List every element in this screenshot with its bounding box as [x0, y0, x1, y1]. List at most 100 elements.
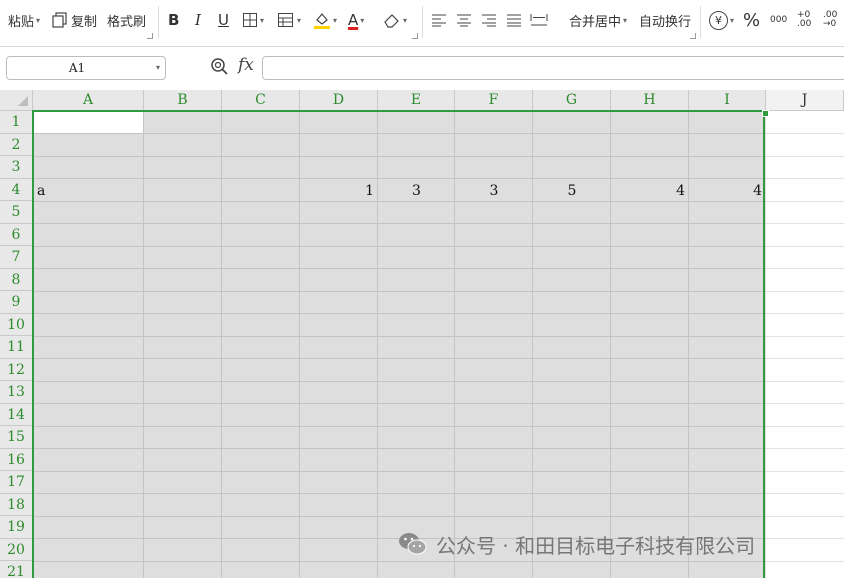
- column-header-d[interactable]: D: [300, 90, 378, 111]
- row-header-2[interactable]: 2: [0, 133, 33, 156]
- table-style-icon: [278, 13, 293, 27]
- row-header-17[interactable]: 17: [0, 471, 33, 494]
- gridline: [766, 358, 844, 359]
- row-header-12[interactable]: 12: [0, 358, 33, 381]
- percent-icon: %: [743, 9, 761, 31]
- justify-button[interactable]: [506, 0, 522, 40]
- align-center-button[interactable]: [456, 0, 472, 40]
- gridline: [766, 156, 844, 157]
- column-header-i[interactable]: I: [689, 90, 766, 111]
- clipboard-group-launcher[interactable]: [147, 33, 153, 39]
- align-center-icon: [457, 14, 471, 27]
- zoom-formula-icon[interactable]: [210, 57, 230, 77]
- selection-border: [32, 110, 765, 578]
- chevron-down-icon: ▾: [260, 15, 265, 25]
- italic-button[interactable]: I: [195, 0, 201, 40]
- cell-style-button[interactable]: ▾: [277, 0, 301, 40]
- gridline: [766, 516, 844, 517]
- increase-decimal-icon: +0 .00: [797, 10, 812, 29]
- thousands-separator-button[interactable]: 000: [770, 0, 787, 40]
- gridline: [766, 336, 844, 337]
- formula-input[interactable]: [262, 56, 844, 80]
- row-header-5[interactable]: 5: [0, 201, 33, 224]
- fill-color-button[interactable]: ▾: [313, 0, 337, 40]
- chevron-down-icon: ▾: [730, 15, 735, 25]
- name-box[interactable]: A1 ▾: [6, 56, 166, 80]
- fill-handle[interactable]: [762, 110, 769, 117]
- select-all-triangle-icon: [18, 96, 28, 106]
- format-painter-button[interactable]: 格式刷: [107, 0, 146, 40]
- merge-center-button[interactable]: 合并居中 ▾: [569, 0, 627, 40]
- row-header-8[interactable]: 8: [0, 268, 33, 291]
- gridline: [766, 246, 844, 247]
- chevron-down-icon: ▾: [403, 15, 408, 25]
- chevron-down-icon: ▾: [36, 15, 41, 25]
- row-header-21[interactable]: 21: [0, 561, 33, 578]
- borders-button[interactable]: ▾: [242, 0, 264, 40]
- paste-label: 粘贴: [8, 14, 35, 30]
- chevron-down-icon: ▾: [623, 15, 628, 25]
- row-header-9[interactable]: 9: [0, 291, 33, 314]
- gridline: [766, 403, 844, 404]
- decrease-decimal-icon: .00 →0: [823, 10, 838, 29]
- row-header-1[interactable]: 1: [0, 111, 33, 134]
- wechat-logo-icon: [399, 533, 427, 555]
- currency-icon: ¥: [709, 10, 728, 30]
- clear-button[interactable]: ▾: [383, 0, 407, 40]
- underline-button[interactable]: U: [218, 0, 229, 40]
- column-header-c[interactable]: C: [222, 90, 300, 111]
- font-color-button[interactable]: A ▾: [348, 0, 364, 40]
- row-header-13[interactable]: 13: [0, 381, 33, 404]
- row-header-15[interactable]: 15: [0, 426, 33, 449]
- row-header-4[interactable]: 4: [0, 178, 33, 201]
- justify-icon: [507, 14, 521, 27]
- column-header-e[interactable]: E: [378, 90, 455, 111]
- gridline: [766, 538, 844, 539]
- percent-button[interactable]: %: [743, 0, 760, 40]
- decrease-decimal-button[interactable]: .00 →0: [823, 0, 843, 40]
- bold-button[interactable]: B: [168, 0, 179, 40]
- distributed-align-button[interactable]: [530, 0, 548, 40]
- row-header-10[interactable]: 10: [0, 313, 33, 336]
- wrap-text-button[interactable]: 自动换行: [639, 0, 691, 40]
- gridline: [766, 381, 844, 382]
- gridline: [766, 471, 844, 472]
- gridline: [766, 223, 844, 224]
- row-header-11[interactable]: 11: [0, 336, 33, 359]
- paste-button[interactable]: 粘贴 ▾: [8, 0, 40, 40]
- bold-label: B: [168, 11, 180, 29]
- alignment-group-launcher[interactable]: [690, 33, 696, 39]
- ribbon-toolbar: 粘贴 ▾ 复制 格式刷 B I U ▾ ▾ ▾ A ▾ ▾ 合并居中 ▾ 自动换…: [0, 0, 844, 47]
- gridline: [766, 426, 844, 427]
- chevron-down-icon[interactable]: ▾: [156, 57, 160, 79]
- row-header-16[interactable]: 16: [0, 448, 33, 471]
- column-header-f[interactable]: F: [455, 90, 533, 111]
- gridline: [766, 313, 844, 314]
- column-header-g[interactable]: G: [533, 90, 611, 111]
- row-header-6[interactable]: 6: [0, 223, 33, 246]
- font-group-launcher[interactable]: [412, 33, 418, 39]
- row-header-20[interactable]: 20: [0, 538, 33, 561]
- increase-decimal-button[interactable]: +0 .00: [797, 0, 817, 40]
- select-all-button[interactable]: [0, 90, 33, 111]
- insert-function-button[interactable]: fx: [238, 55, 254, 75]
- chevron-down-icon: ▾: [333, 15, 338, 25]
- align-right-button[interactable]: [481, 0, 497, 40]
- column-header-j[interactable]: J: [766, 90, 844, 111]
- row-header-3[interactable]: 3: [0, 156, 33, 179]
- wrap-text-label: 自动换行: [639, 14, 692, 30]
- row-header-14[interactable]: 14: [0, 403, 33, 426]
- font-color-label: A: [348, 11, 359, 29]
- column-header-h[interactable]: H: [611, 90, 689, 111]
- row-header-18[interactable]: 18: [0, 493, 33, 516]
- align-right-icon: [482, 14, 496, 27]
- row-header-7[interactable]: 7: [0, 246, 33, 269]
- column-header-a[interactable]: A: [33, 90, 144, 111]
- paint-bucket-icon: [314, 13, 330, 29]
- row-header-19[interactable]: 19: [0, 516, 33, 539]
- copy-button[interactable]: 复制: [52, 0, 97, 40]
- spreadsheet-grid: A B C D E F G H I J 1 2 3 4 5 6 7 8 9 10…: [0, 90, 844, 578]
- column-header-b[interactable]: B: [144, 90, 222, 111]
- currency-button[interactable]: ¥ ▾: [709, 0, 734, 40]
- align-left-button[interactable]: [431, 0, 447, 40]
